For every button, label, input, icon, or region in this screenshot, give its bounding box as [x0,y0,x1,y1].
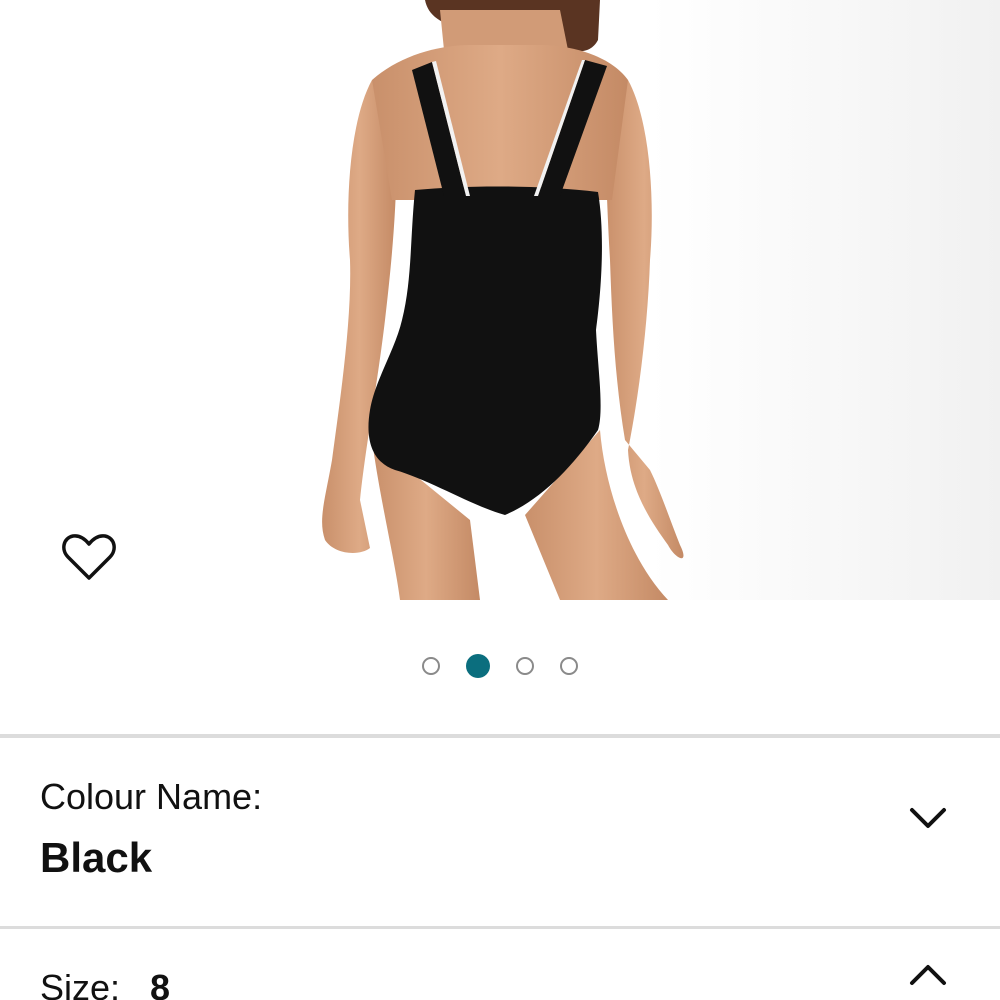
product-page: Colour Name: Black Size: 8 [0,0,1000,1000]
colour-label: Colour Name: [40,776,263,817]
carousel-dot[interactable] [560,657,578,675]
product-photo [0,0,1000,600]
heart-outline-icon [62,534,116,580]
size-label: Size: [40,967,121,1000]
chevron-up-icon[interactable] [908,961,948,989]
chevron-down-icon[interactable] [908,804,948,832]
size-value: 8 [150,967,171,1000]
size-selector[interactable]: Size: 8 [0,929,1000,1000]
product-image[interactable] [0,0,1000,600]
wishlist-button[interactable] [62,532,122,588]
carousel-dot[interactable] [422,657,440,675]
carousel-dot-active[interactable] [466,654,490,678]
colour-selector[interactable]: Colour Name: Black [0,738,1000,926]
carousel-dot[interactable] [516,657,534,675]
carousel-indicator [0,654,1000,680]
colour-value: Black [40,834,153,881]
